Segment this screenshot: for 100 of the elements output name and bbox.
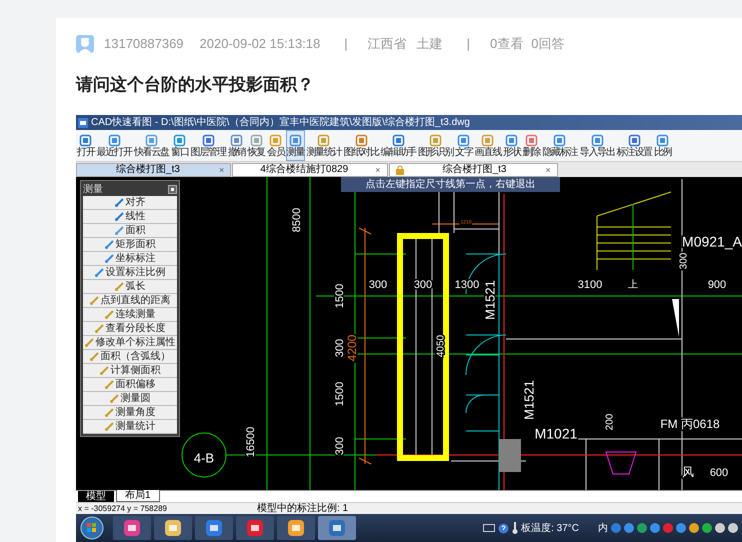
tool-icon — [505, 134, 518, 146]
taskbar-button[interactable] — [154, 516, 192, 540]
panel-title: 测量 — [83, 184, 103, 196]
dimension-label: 8500 — [290, 208, 303, 232]
dimension-label: 风 — [682, 465, 694, 480]
measure-tool-button[interactable]: 面积（含弧线） — [83, 350, 177, 364]
tool-icon — [173, 134, 186, 146]
toolbar-button[interactable]: 测量 — [286, 130, 306, 161]
taskbar-button[interactable] — [318, 516, 356, 540]
file-tab[interactable]: 4综合楼结施打0829 × — [232, 163, 388, 177]
tab-close[interactable]: × — [219, 165, 224, 175]
help-icon[interactable] — [498, 522, 510, 534]
dimension-label: 300 — [334, 436, 346, 456]
app-icon — [78, 118, 88, 128]
toolbar-button[interactable]: 比例 — [652, 130, 673, 161]
coordinates-text: x = -3059274 y = 758289 — [78, 504, 167, 514]
dimension-label: 300 — [368, 278, 388, 291]
tab-close[interactable]: × — [375, 165, 381, 175]
file-tab[interactable]: 综合楼打图_t3 × — [76, 163, 232, 177]
measure-tool-button[interactable]: 测量统计 — [83, 420, 177, 434]
toolbar-button[interactable]: 窗口 — [170, 130, 190, 161]
tool-icon — [481, 134, 494, 146]
start-icon[interactable] — [80, 516, 104, 540]
close-icon[interactable] — [168, 185, 177, 194]
keyboard-icon[interactable] — [483, 523, 496, 533]
input-method-indicator[interactable]: 内 — [598, 520, 608, 536]
toolbar-button[interactable]: 删除 — [522, 130, 542, 161]
toolbar-button[interactable]: 最近打开 — [96, 130, 133, 161]
dimension-label: 600 — [710, 466, 728, 479]
tab-close[interactable]: × — [546, 165, 551, 175]
tool-icon — [525, 134, 538, 146]
drawing-canvas[interactable] — [76, 177, 742, 490]
app-icon — [246, 519, 264, 537]
layout-tab[interactable]: 布局1 — [116, 489, 160, 502]
avatar-icon — [76, 35, 94, 53]
toolbar-button[interactable]: 文字 — [454, 130, 474, 161]
toolbar-button[interactable]: 恢复 — [246, 130, 266, 161]
toolbar-button[interactable]: 测量统计 — [305, 130, 342, 161]
toolbar-button[interactable]: 打开 — [76, 130, 96, 161]
toolbar-button[interactable]: 图层管理 — [190, 130, 227, 161]
tool-icon — [317, 134, 330, 146]
tool-icon — [94, 324, 104, 333]
tool-icon — [392, 134, 405, 146]
separator: | — [466, 35, 470, 54]
toolbar-button[interactable]: 快看云盘 — [132, 130, 170, 161]
tool-icon — [104, 240, 114, 249]
tool-icon — [114, 212, 124, 221]
measure-tool-button[interactable]: 点到直线的距离 — [83, 294, 177, 308]
measure-tool-button[interactable]: 面积偏移 — [83, 378, 177, 392]
measure-tool-button[interactable]: 测量圆 — [83, 392, 177, 406]
tool-icon — [104, 380, 114, 389]
dimension-label: 4200 — [345, 334, 360, 362]
measure-tool-button[interactable]: 弧长 — [83, 280, 177, 294]
tool-icon — [269, 134, 282, 146]
tool-icon — [104, 422, 114, 431]
tool-icon — [100, 366, 108, 375]
tool-icon — [108, 134, 121, 146]
measure-tool-button[interactable]: 计算侧面积 — [83, 364, 177, 378]
measure-tool-button[interactable]: 对齐 — [83, 196, 177, 210]
toolbar-button[interactable]: 图形识别 — [416, 130, 454, 161]
measure-tool-button[interactable]: 矩形面积 — [83, 238, 177, 252]
tool-icon — [110, 394, 118, 403]
tool-icon — [202, 134, 215, 146]
toolbar-button[interactable]: 图纸对比 — [342, 130, 380, 161]
thermometer-icon[interactable] — [512, 522, 518, 534]
toolbar-button[interactable]: 撤销 — [226, 130, 246, 161]
tool-icon — [457, 134, 470, 146]
toolbar-button[interactable]: 形状 — [502, 130, 522, 161]
dimension-label: 4-B — [194, 450, 214, 466]
file-tab[interactable]: 综合楼打图_t3 × — [388, 163, 558, 177]
measure-tool-button[interactable]: 线性 — [83, 210, 177, 224]
measure-tool-button[interactable]: 设置标注比例 — [83, 266, 177, 280]
measure-tool-button[interactable]: 面积 — [83, 224, 177, 238]
measure-tool-button[interactable]: 查看分段长度 — [83, 322, 177, 336]
tool-icon — [250, 134, 263, 146]
post-time: 2020-09-02 15:13:18 — [200, 35, 320, 54]
dimension-label: 4050 — [436, 334, 447, 358]
measure-tool-button[interactable]: 坐标标注 — [83, 252, 177, 266]
taskbar-button[interactable] — [113, 516, 151, 540]
app-icon — [205, 519, 223, 537]
tool-icon — [104, 408, 114, 417]
tool-icon — [79, 134, 92, 146]
taskbar-button[interactable] — [236, 516, 274, 540]
taskbar-button[interactable] — [195, 516, 233, 540]
toolbar-button[interactable]: 导入导出 — [578, 130, 616, 161]
tool-icon — [656, 134, 670, 146]
tool-icon — [104, 254, 114, 263]
toolbar-button[interactable]: 会员 — [266, 130, 286, 161]
toolbar-button[interactable]: 隐藏标注 — [541, 130, 579, 161]
toolbar-button[interactable]: 标注设置 — [616, 130, 653, 161]
question-title: 请问这个台阶的水平投影面积？ — [76, 74, 315, 96]
toolbar-button[interactable]: 编辑助手 — [380, 130, 417, 161]
toolbar-button[interactable]: 画直线 — [474, 130, 502, 161]
dimension-label: 上 — [628, 280, 638, 291]
measure-tool-button[interactable]: 连续测量 — [83, 308, 177, 322]
tool-icon — [94, 268, 104, 277]
measure-tool-button[interactable]: 测量角度 — [83, 406, 177, 420]
taskbar-button[interactable] — [277, 516, 315, 540]
measure-tool-button[interactable]: 修改单个标注属性 — [83, 336, 177, 350]
layout-tab[interactable]: 模型 — [78, 491, 114, 502]
